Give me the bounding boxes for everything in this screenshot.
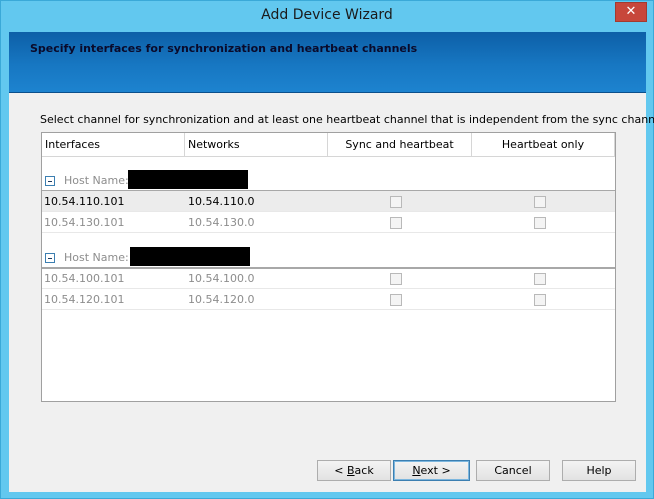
- close-icon: ✕: [625, 4, 637, 19]
- heartbeat-only-checkbox[interactable]: [534, 294, 546, 306]
- collapse-icon[interactable]: [45, 176, 55, 186]
- back-prefix: <: [334, 464, 347, 477]
- collapse-icon[interactable]: [45, 253, 55, 263]
- title-bar[interactable]: Add Device Wizard ✕: [1, 1, 653, 32]
- wizard-banner: Specify interfaces for synchronization a…: [9, 32, 646, 93]
- column-header-networks[interactable]: Networks: [185, 133, 328, 157]
- window-title: Add Device Wizard: [261, 7, 393, 23]
- redacted-host-name: [128, 170, 248, 189]
- sync-heartbeat-checkbox[interactable]: [390, 294, 402, 306]
- help-button[interactable]: Help: [562, 460, 636, 481]
- interface-cell: 10.54.130.101: [44, 216, 125, 229]
- redacted-host-name: [130, 247, 250, 266]
- table-row[interactable]: 10.54.100.101 10.54.100.0: [42, 268, 615, 289]
- interfaces-grid[interactable]: Interfaces Networks Sync and heartbeat H…: [41, 132, 616, 402]
- network-cell: 10.54.110.0: [188, 195, 255, 208]
- sync-heartbeat-checkbox[interactable]: [390, 273, 402, 285]
- table-row[interactable]: 10.54.110.101 10.54.110.0: [42, 191, 615, 212]
- banner-heading: Specify interfaces for synchronization a…: [30, 42, 418, 55]
- table-row[interactable]: 10.54.130.101 10.54.130.0: [42, 212, 615, 233]
- sync-heartbeat-checkbox[interactable]: [390, 217, 402, 229]
- column-header-sync-heartbeat[interactable]: Sync and heartbeat: [328, 133, 472, 157]
- host-name-label: Host Name:: [64, 251, 129, 264]
- sync-heartbeat-checkbox[interactable]: [390, 196, 402, 208]
- interface-cell: 10.54.110.101: [44, 195, 125, 208]
- back-button[interactable]: < Back: [317, 460, 391, 481]
- interface-cell: 10.54.100.101: [44, 272, 125, 285]
- network-cell: 10.54.100.0: [188, 272, 255, 285]
- host-name-label: Host Name:: [64, 174, 129, 187]
- next-rest: ext >: [420, 464, 451, 477]
- host-group-header: Host Name:: [42, 246, 615, 269]
- wizard-client-area: Specify interfaces for synchronization a…: [9, 32, 654, 492]
- network-cell: 10.54.130.0: [188, 216, 255, 229]
- interface-cell: 10.54.120.101: [44, 293, 125, 306]
- back-rest: ack: [354, 464, 374, 477]
- wizard-window: Add Device Wizard ✕ Specify interfaces f…: [0, 0, 654, 499]
- heartbeat-only-checkbox[interactable]: [534, 273, 546, 285]
- table-row[interactable]: 10.54.120.101 10.54.120.0: [42, 289, 615, 310]
- close-button[interactable]: ✕: [615, 2, 647, 22]
- next-button[interactable]: Next >: [393, 460, 470, 481]
- column-header-interfaces[interactable]: Interfaces: [42, 133, 185, 157]
- network-cell: 10.54.120.0: [188, 293, 255, 306]
- back-accel: B: [347, 464, 355, 477]
- host-group-header: Host Name:: [42, 169, 615, 192]
- next-accel: N: [412, 464, 421, 477]
- instruction-text: Select channel for synchronization and a…: [40, 113, 654, 126]
- column-header-heartbeat-only[interactable]: Heartbeat only: [472, 133, 615, 157]
- grid-header: Interfaces Networks Sync and heartbeat H…: [42, 133, 615, 157]
- heartbeat-only-checkbox[interactable]: [534, 196, 546, 208]
- cancel-button[interactable]: Cancel: [476, 460, 550, 481]
- heartbeat-only-checkbox[interactable]: [534, 217, 546, 229]
